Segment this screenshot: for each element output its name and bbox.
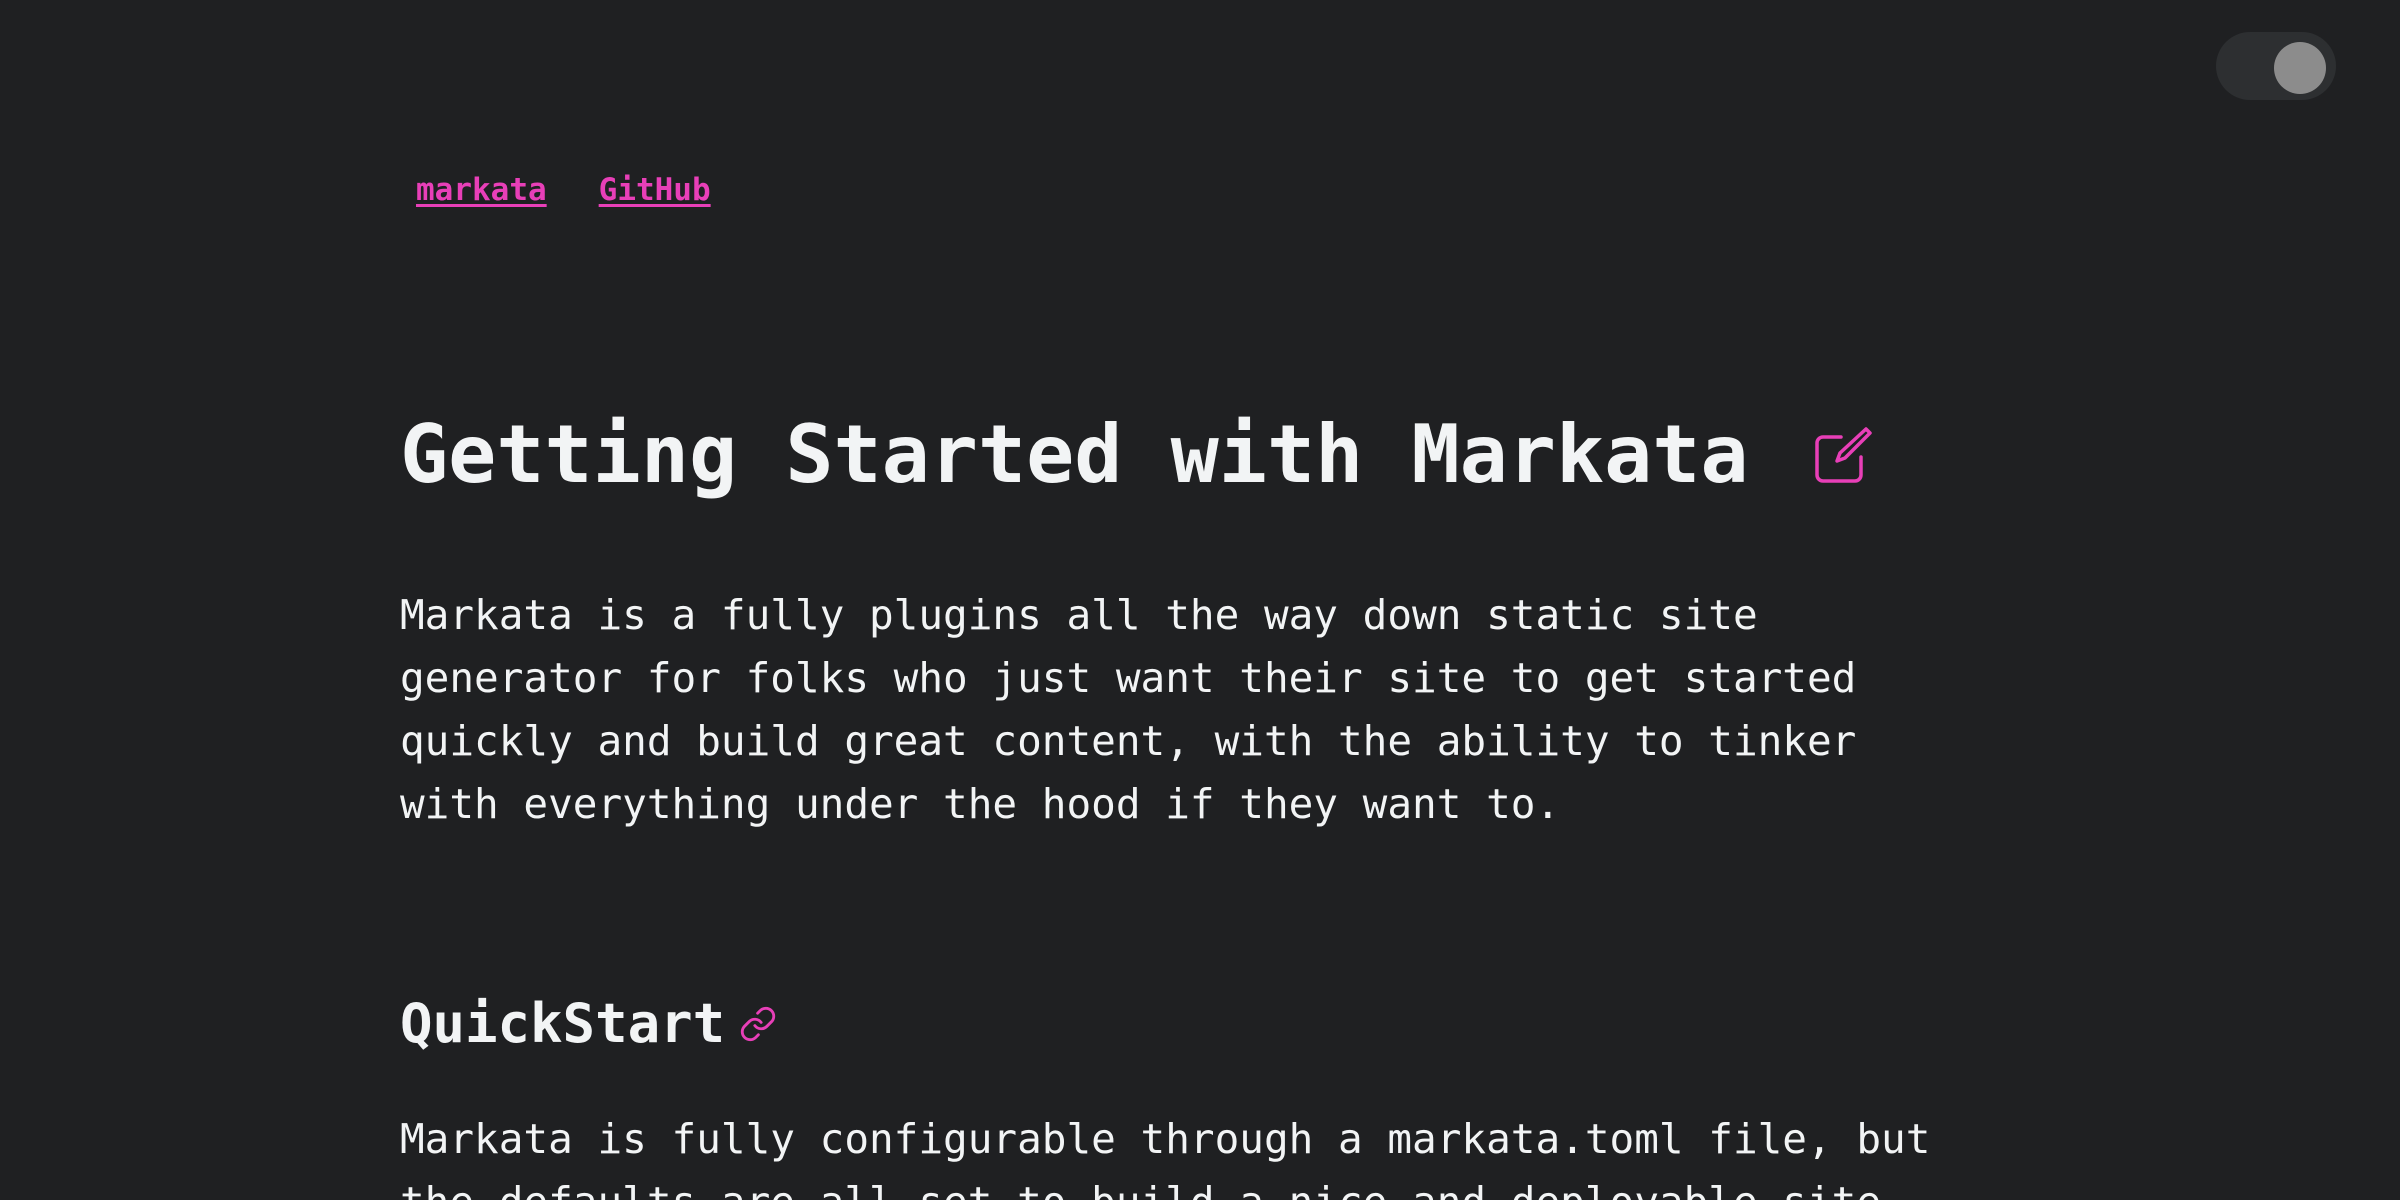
section-heading-quickstart: QuickStart: [400, 992, 726, 1055]
page-title: Getting Started with Markata: [400, 408, 1749, 501]
quickstart-line: the defaults are all set to build a nice…: [400, 1178, 1881, 1200]
intro-paragraph: Markata is a fully plugins all the way d…: [400, 584, 1920, 836]
quickstart-line: Markata is fully configurable through a …: [400, 1115, 1931, 1163]
intro-line: quickly and build great content, with th…: [400, 717, 1857, 765]
theme-toggle-knob: [2274, 42, 2326, 94]
top-nav: markata GitHub: [416, 172, 711, 208]
article: Getting Started with Markata Markata is …: [400, 400, 2020, 1200]
nav-link-github[interactable]: GitHub: [599, 172, 711, 208]
title-row: Getting Started with Markata: [400, 400, 2020, 510]
nav-link-markata[interactable]: markata: [416, 172, 547, 208]
section-heading-row: QuickStart: [400, 994, 2020, 1054]
quickstart-paragraph: Markata is fully configurable through a …: [400, 1108, 2020, 1200]
intro-line: Markata is a fully plugins all the way d…: [400, 591, 1758, 639]
theme-toggle[interactable]: [2216, 32, 2336, 100]
edit-icon[interactable]: [1811, 423, 1875, 487]
intro-line: generator for folks who just want their …: [400, 654, 1857, 702]
intro-line: with everything under the hood if they w…: [400, 780, 1561, 828]
link-icon[interactable]: [739, 1005, 777, 1043]
